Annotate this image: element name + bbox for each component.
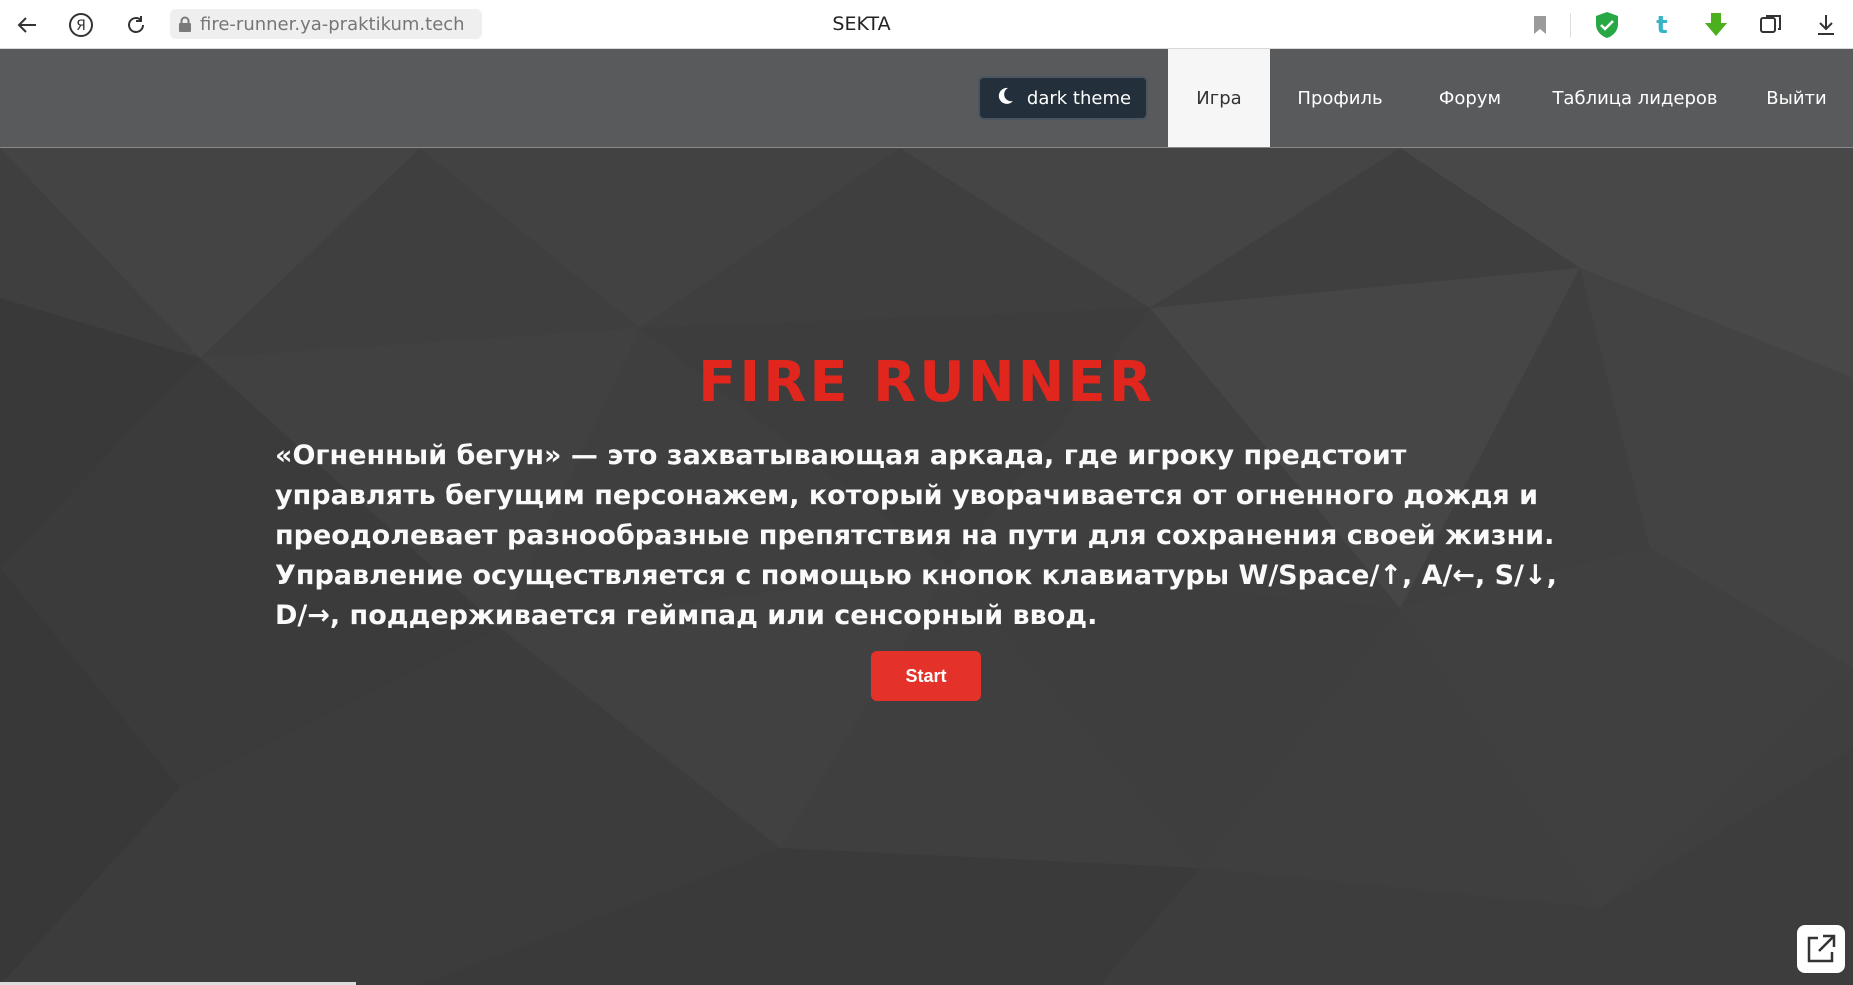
app-header: dark theme Игра Профиль Форум Таблица ли…: [0, 49, 1853, 148]
shield-icon[interactable]: [1592, 10, 1622, 40]
start-button[interactable]: Start: [871, 651, 981, 701]
downloads-icon[interactable]: [1811, 10, 1841, 40]
extensions-icon[interactable]: [1756, 10, 1786, 40]
expand-icon[interactable]: [1797, 925, 1845, 973]
nav-logout[interactable]: Выйти: [1740, 49, 1853, 147]
nav-profile[interactable]: Профиль: [1270, 49, 1410, 147]
toolbar-separator: [1570, 13, 1571, 37]
bookmark-icon[interactable]: [1525, 10, 1555, 40]
theme-toggle-button[interactable]: dark theme: [978, 76, 1148, 120]
nav-leaderboard[interactable]: Таблица лидеров: [1530, 49, 1740, 147]
nav-game[interactable]: Игра: [1168, 49, 1270, 147]
download-arrow-icon[interactable]: [1701, 10, 1731, 40]
moon-icon: [995, 86, 1015, 111]
browser-toolbar: Я fire-runner.ya-praktikum.tech SEKTA t: [0, 0, 1853, 49]
tumblr-icon[interactable]: t: [1647, 10, 1677, 40]
nav-forum[interactable]: Форум: [1410, 49, 1530, 147]
theme-toggle-label: dark theme: [1026, 87, 1132, 109]
tab-title: SEKTA: [832, 13, 891, 35]
game-title: FIRE RUNNER: [698, 350, 1155, 415]
game-description: «Огненный бегун» — это захватывающая арк…: [275, 440, 1557, 631]
